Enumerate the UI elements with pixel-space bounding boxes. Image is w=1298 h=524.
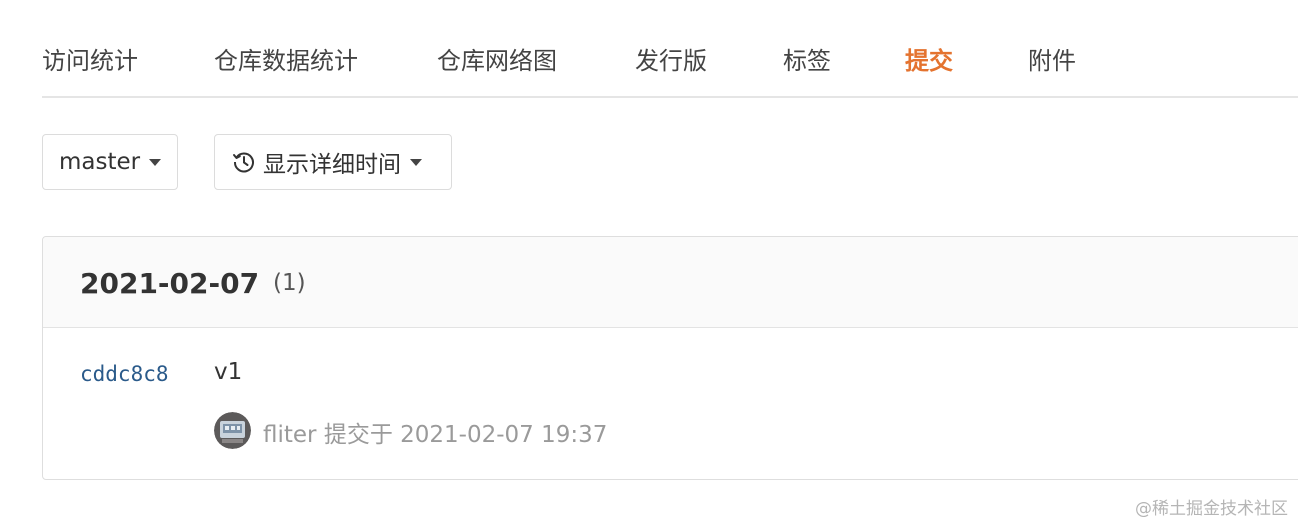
tab-commits[interactable]: 提交: [905, 44, 953, 78]
commit-group-count: (1): [273, 270, 306, 296]
tab-releases[interactable]: 发行版: [635, 44, 707, 78]
tab-repo-network[interactable]: 仓库网络图: [437, 44, 557, 78]
commit-group-card: 2021-02-07 (1) cddc8c8 v1 fliter 提交于 202…: [42, 236, 1298, 480]
tab-bar: 访问统计 仓库数据统计 仓库网络图 发行版 标签 提交 附件: [42, 0, 1298, 98]
commit-time: 2021-02-07 19:37: [400, 422, 608, 448]
commit-author[interactable]: fliter: [263, 422, 317, 448]
history-clock-icon: [231, 149, 257, 175]
commit-meta: fliter 提交于 2021-02-07 19:37: [263, 415, 607, 449]
avatar[interactable]: [214, 412, 251, 449]
tab-repo-data-stats[interactable]: 仓库数据统计: [214, 44, 358, 78]
tab-tags[interactable]: 标签: [783, 44, 831, 78]
time-display-label: 显示详细时间: [263, 152, 401, 178]
commit-sha-link[interactable]: cddc8c8: [80, 362, 169, 386]
commit-group-date: 2021-02-07: [80, 267, 260, 300]
branch-value: master: [59, 149, 141, 175]
tab-visit-stats[interactable]: 访问统计: [42, 44, 138, 78]
time-display-select[interactable]: 显示详细时间: [214, 134, 452, 190]
tab-attachments[interactable]: 附件: [1028, 44, 1076, 78]
watermark: @稀土掘金技术社区: [1135, 499, 1288, 519]
commit-group-header: 2021-02-07 (1): [43, 237, 1298, 328]
commit-message-link[interactable]: v1: [214, 359, 242, 385]
caret-down-icon: [410, 158, 422, 166]
commit-action: 提交于: [323, 422, 393, 448]
caret-down-icon: [149, 158, 162, 166]
branch-select[interactable]: master: [42, 134, 178, 190]
